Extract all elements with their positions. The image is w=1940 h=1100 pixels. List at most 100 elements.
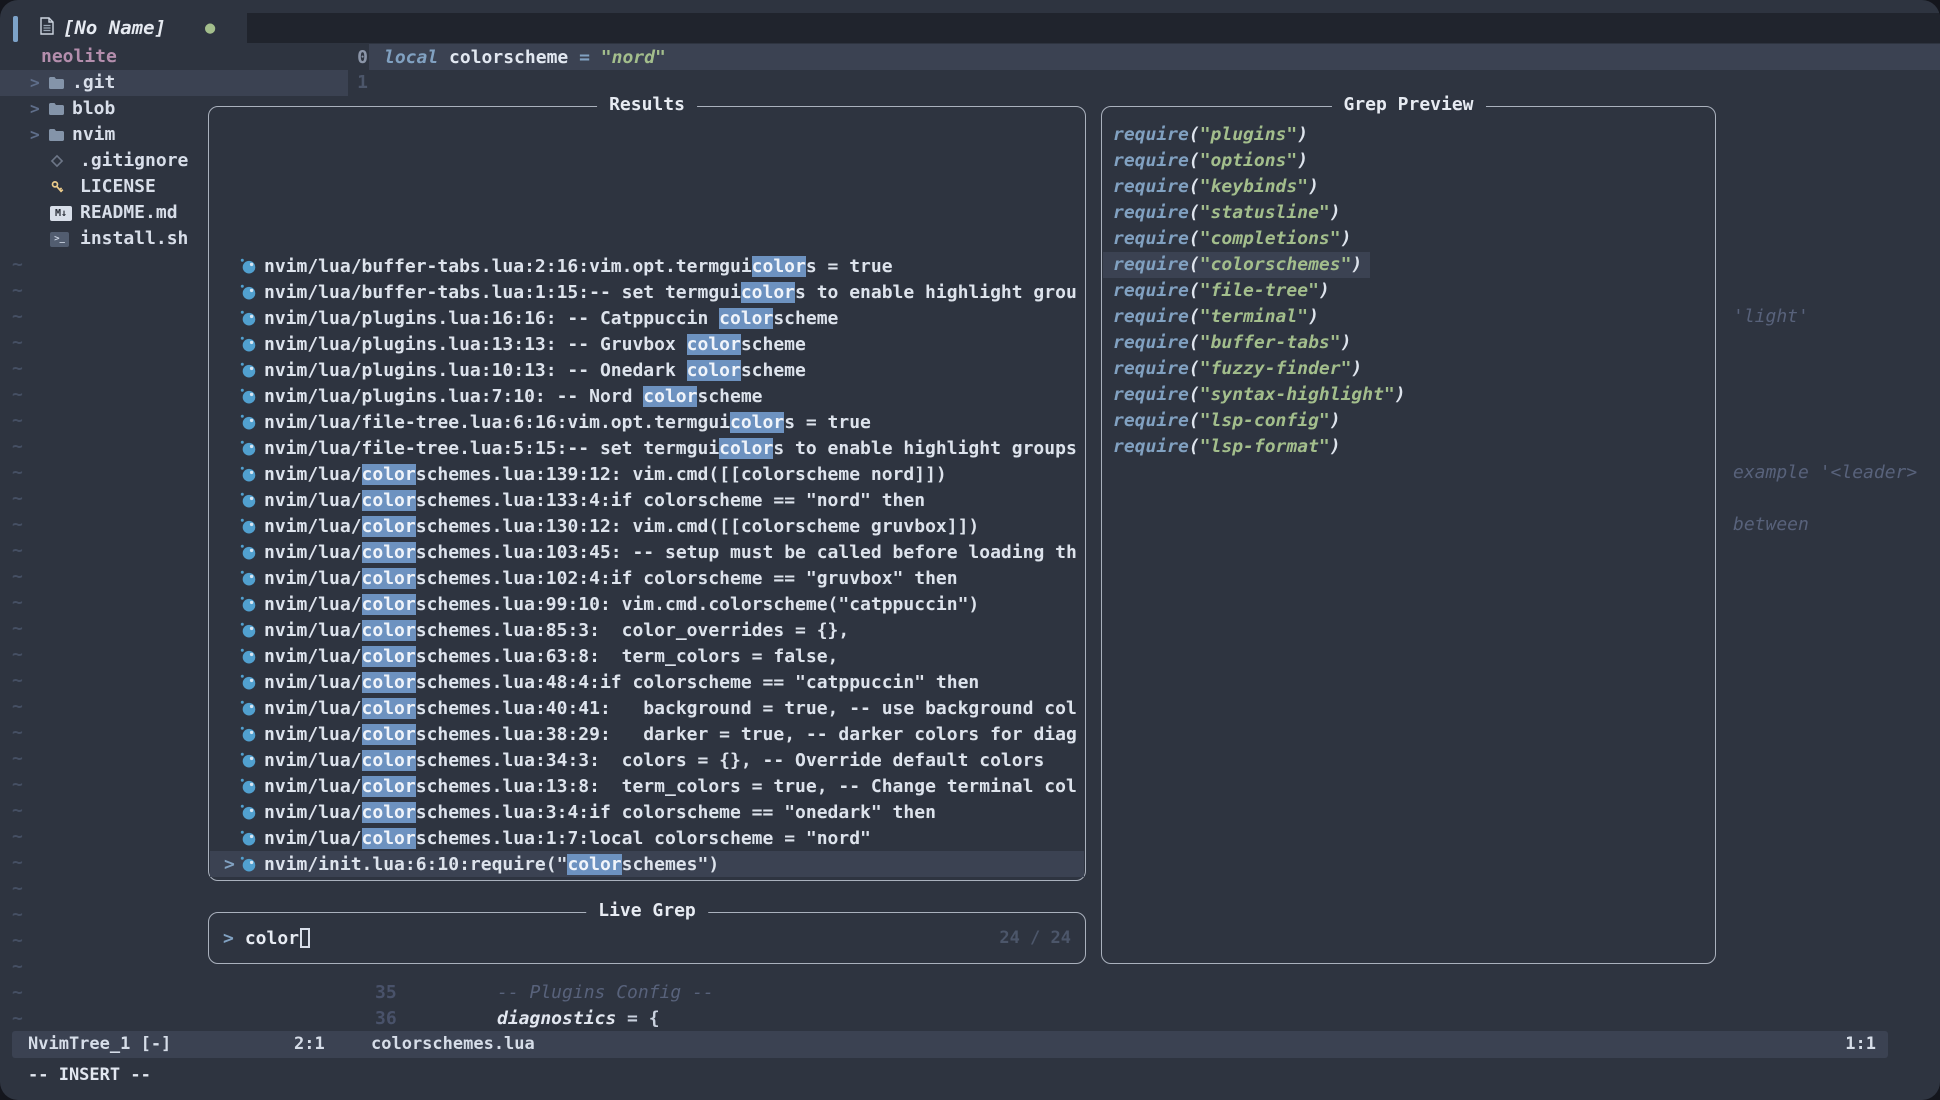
chevron-right-icon[interactable]: > (30, 70, 40, 96)
match-highlight: color (643, 386, 697, 407)
result-text-pre: nvim/lua/plugins.lua:16:16: -- Catppucci… (264, 308, 719, 329)
result-row[interactable]: nvim/lua/colorschemes.lua:103:45: -- set… (210, 539, 1084, 565)
result-text-post: schemes.lua:3:4:if colorscheme == "oneda… (416, 802, 936, 823)
match-highlight: color (362, 594, 416, 615)
preview-code-line[interactable]: require("file-tree") (1103, 278, 1338, 304)
result-row[interactable]: nvim/lua/colorschemes.lua:48:4:if colors… (210, 669, 1084, 695)
prompt-caret: > (223, 928, 234, 949)
gitignore-icon (50, 148, 64, 174)
lua-file-icon (240, 622, 256, 638)
result-text: nvim/lua/plugins.lua:10:13: -- Onedark c… (264, 360, 806, 381)
result-row[interactable]: nvim/lua/colorschemes.lua:3:4:if colorsc… (210, 799, 1084, 825)
paren-token: ) (1351, 254, 1362, 275)
paren-token: ) (1341, 332, 1352, 353)
string-token: "colorschemes" (1200, 254, 1352, 275)
active-tab-indicator (13, 16, 18, 42)
tilde: ~ (12, 772, 23, 798)
editor-current-line[interactable]: 0 local colorscheme = "nord" (0, 44, 1940, 70)
result-text-pre: nvim/lua/plugins.lua:7:10: -- Nord (264, 386, 643, 407)
result-row[interactable]: > nvim/init.lua:6:10:require("colorscheme… (210, 851, 1084, 877)
function-token: require (1113, 254, 1189, 275)
tree-item-.git[interactable]: > .git (0, 70, 348, 96)
preview-code-line[interactable]: require("colorschemes") (1103, 252, 1370, 278)
chevron-right-icon[interactable]: > (30, 122, 40, 148)
paren-token: ( (1189, 410, 1200, 431)
paren-token: ( (1189, 150, 1200, 171)
background-text-line: example '<leader> (1733, 460, 1917, 486)
result-row[interactable]: nvim/lua/colorschemes.lua:38:29: darker … (210, 721, 1084, 747)
result-text: nvim/lua/colorschemes.lua:13:8: term_col… (264, 776, 1077, 797)
result-row[interactable]: nvim/lua/colorschemes.lua:13:8: term_col… (210, 773, 1084, 799)
result-row[interactable]: nvim/lua/buffer-tabs.lua:2:16:vim.opt.te… (210, 253, 1084, 279)
result-row[interactable]: nvim/lua/plugins.lua:16:16: -- Catppucci… (210, 305, 1084, 331)
result-row[interactable]: nvim/lua/colorschemes.lua:34:3: colors =… (210, 747, 1084, 773)
tree-item-label: README.md (80, 200, 178, 226)
preview-code-line[interactable]: require("lsp-config") (1103, 408, 1349, 434)
lua-file-icon (240, 674, 256, 690)
results-panel: Results nvim/lua/buffer-tabs.lua:2:16:vi… (208, 106, 1086, 881)
result-row[interactable]: nvim/lua/colorschemes.lua:102:4:if color… (210, 565, 1084, 591)
result-row[interactable]: nvim/lua/colorschemes.lua:133:4:if color… (210, 487, 1084, 513)
preview-code-line[interactable]: require("terminal") (1103, 304, 1327, 330)
selected-caret: > (224, 854, 240, 875)
result-row[interactable]: nvim/lua/file-tree.lua:5:15:-- set termg… (210, 435, 1084, 461)
tilde: ~ (12, 954, 23, 980)
result-text-post: schemes.lua:40:41: background = true, --… (416, 698, 1077, 719)
match-highlight: color (362, 464, 416, 485)
preview-code-line[interactable]: require("completions") (1103, 226, 1359, 252)
result-row[interactable]: nvim/lua/colorschemes.lua:40:41: backgro… (210, 695, 1084, 721)
grep-preview-panel-title: Grep Preview (1331, 94, 1485, 115)
preview-code-line[interactable]: require("fuzzy-finder") (1103, 356, 1370, 382)
result-row[interactable]: nvim/lua/colorschemes.lua:63:8: term_col… (210, 643, 1084, 669)
preview-code-line[interactable]: require("plugins") (1103, 122, 1316, 148)
result-text: nvim/lua/plugins.lua:16:16: -- Catppucci… (264, 308, 838, 329)
preview-code-line[interactable]: require("buffer-tabs") (1103, 330, 1359, 356)
result-row[interactable]: nvim/lua/colorschemes.lua:85:3: color_ov… (210, 617, 1084, 643)
result-text: nvim/init.lua:6:10:require("colorschemes… (264, 854, 719, 875)
match-highlight: color (362, 542, 416, 563)
chevron-right-icon[interactable]: > (30, 96, 40, 122)
result-text-pre: nvim/lua/ (264, 698, 362, 719)
live-grep-input[interactable]: > color 24 / 24 (209, 913, 1085, 963)
code-text: local colorscheme = "nord" (384, 47, 666, 68)
preview-code-line[interactable]: require("lsp-format") (1103, 434, 1349, 460)
match-highlight: color (362, 750, 416, 771)
result-text: nvim/lua/colorschemes.lua:48:4:if colors… (264, 672, 979, 693)
result-text-post: s = true (784, 412, 871, 433)
preview-code-line[interactable]: require("syntax-highlight") (1103, 382, 1414, 408)
lua-file-icon (240, 466, 256, 482)
line-number: 35 (375, 980, 397, 1006)
result-row[interactable]: nvim/lua/colorschemes.lua:99:10: vim.cmd… (210, 591, 1084, 617)
result-row[interactable]: nvim/lua/plugins.lua:7:10: -- Nord color… (210, 383, 1084, 409)
result-row[interactable]: nvim/lua/colorschemes.lua:130:12: vim.cm… (210, 513, 1084, 539)
result-row[interactable]: nvim/lua/file-tree.lua:6:16:vim.opt.term… (210, 409, 1084, 435)
paren-token: ( (1189, 332, 1200, 353)
result-row[interactable]: nvim/lua/colorschemes.lua:1:7:local colo… (210, 825, 1084, 851)
tilde: ~ (12, 590, 23, 616)
result-row[interactable]: nvim/lua/plugins.lua:13:13: -- Gruvbox c… (210, 331, 1084, 357)
result-text-pre: nvim/lua/buffer-tabs.lua:1:15:-- set ter… (264, 282, 741, 303)
preview-code-line[interactable]: require("statusline") (1103, 200, 1349, 226)
match-highlight: color (362, 724, 416, 745)
string-token: "completions" (1200, 228, 1341, 249)
preview-code-line[interactable]: require("options") (1103, 148, 1316, 174)
live-grep-panel: Live Grep > color 24 / 24 (208, 912, 1086, 964)
tab-label: [No Name] (63, 17, 166, 39)
preview-code-line[interactable]: require("keybinds") (1103, 174, 1327, 200)
tree-item-label: .git (72, 70, 115, 96)
result-row[interactable]: nvim/lua/plugins.lua:10:13: -- Onedark c… (210, 357, 1084, 383)
result-text: nvim/lua/colorschemes.lua:99:10: vim.cmd… (264, 594, 979, 615)
match-highlight: color (719, 438, 773, 459)
paren-token: ) (1308, 176, 1319, 197)
result-text-post: schemes.lua:102:4:if colorscheme == "gru… (416, 568, 958, 589)
buffer-tab[interactable]: [No Name] ● (40, 13, 215, 43)
identifier-token: diagnostics (497, 1008, 616, 1029)
preview-code-list: require("plugins")require("options")requ… (1103, 122, 1714, 460)
function-token: require (1113, 358, 1189, 379)
result-row[interactable]: nvim/lua/colorschemes.lua:139:12: vim.cm… (210, 461, 1084, 487)
tilde: ~ (12, 980, 23, 1006)
result-row[interactable]: nvim/lua/buffer-tabs.lua:1:15:-- set ter… (210, 279, 1084, 305)
mode-indicator: -- INSERT -- (28, 1062, 151, 1088)
result-text: nvim/lua/file-tree.lua:6:16:vim.opt.term… (264, 412, 871, 433)
match-highlight: color (567, 854, 621, 875)
